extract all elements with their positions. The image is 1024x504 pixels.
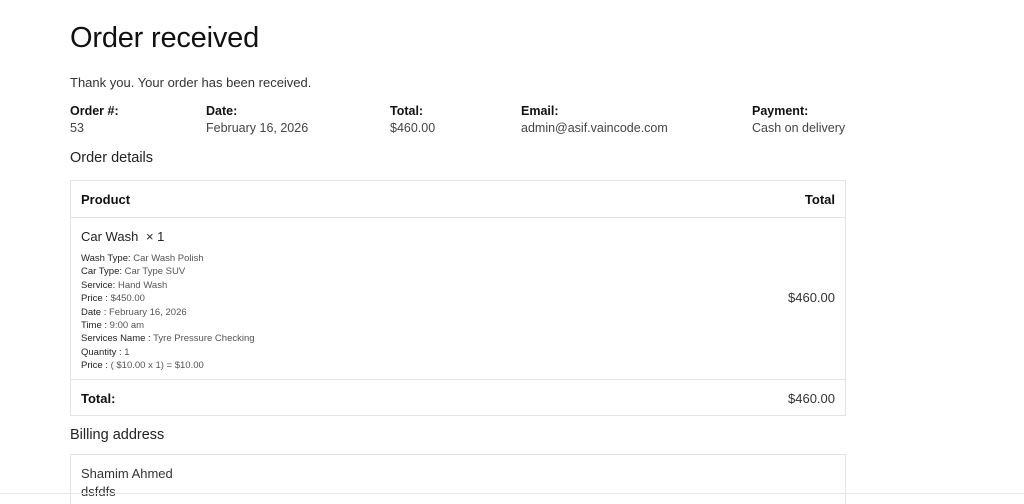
meta-service: Service: Hand Wash bbox=[81, 279, 168, 291]
line-total: $460.00 bbox=[788, 290, 835, 305]
footer-total-value: $460.00 bbox=[788, 391, 835, 406]
order-overview: Order #: 53 Date: February 16, 2026 Tota… bbox=[70, 104, 846, 144]
meta-time: Time : 9:00 am bbox=[81, 320, 145, 332]
bottom-divider bbox=[0, 493, 1024, 494]
overview-payment: Payment: Cash on delivery bbox=[752, 104, 845, 135]
meta-quantity: Quantity : 1 bbox=[81, 346, 130, 358]
payment-label: Payment: bbox=[752, 104, 809, 118]
billing-address-line: dsfdfs bbox=[81, 484, 116, 499]
table-header-row: Product Total bbox=[71, 181, 845, 218]
meta-price: Price : $450.00 bbox=[81, 293, 145, 305]
table-row: Car Wash × 1 Wash Type: Car Wash Polish … bbox=[71, 218, 845, 380]
meta-car-type: Car Type: Car Type SUV bbox=[81, 266, 186, 278]
overview-date: Date: February 16, 2026 bbox=[206, 104, 308, 135]
meta-extra-price: Price : ( $10.00 x 1) = $10.00 bbox=[81, 360, 204, 372]
overview-email: Email: admin@asif.vaincode.com bbox=[521, 104, 668, 135]
order-details-heading: Order details bbox=[70, 150, 154, 166]
item-meta-list: Wash Type: Car Wash Polish Car Type: Car… bbox=[81, 252, 255, 373]
order-details-table: Product Total Car Wash × 1 Wash Type: Ca… bbox=[70, 180, 846, 416]
payment-value: Cash on delivery bbox=[752, 121, 846, 135]
thank-you-message: Thank you. Your order has been received. bbox=[70, 75, 312, 90]
overview-total: Total: $460.00 bbox=[390, 104, 435, 135]
footer-total-label: Total: bbox=[81, 391, 116, 406]
table-footer-row: Total: $460.00 bbox=[71, 380, 845, 415]
page-title: Order received bbox=[70, 22, 259, 54]
email-label: Email: bbox=[521, 104, 559, 118]
date-value: February 16, 2026 bbox=[206, 121, 309, 135]
total-column-header: Total bbox=[804, 192, 835, 207]
order-number-label: Order #: bbox=[70, 104, 119, 118]
total-label: Total: bbox=[390, 104, 424, 118]
billing-name: Shamim Ahmed bbox=[81, 466, 173, 481]
meta-date: Date : February 16, 2026 bbox=[81, 306, 187, 318]
billing-address-box: Shamim Ahmed dsfdfs bbox=[70, 454, 846, 504]
date-label: Date: bbox=[206, 104, 238, 118]
product-name-cell: Car Wash × 1 bbox=[81, 229, 164, 244]
product-column-header: Product bbox=[81, 192, 131, 207]
total-value: $460.00 bbox=[390, 121, 436, 135]
meta-wash-type: Wash Type: Car Wash Polish bbox=[81, 253, 204, 264]
product-quantity: × 1 bbox=[145, 229, 165, 244]
billing-address-heading: Billing address bbox=[70, 427, 165, 443]
order-received-page: Order received Thank you. Your order has… bbox=[0, 0, 1024, 504]
overview-order-number: Order #: 53 bbox=[70, 104, 119, 135]
email-value: admin@asif.vaincode.com bbox=[521, 121, 668, 135]
product-name[interactable]: Car Wash bbox=[81, 229, 138, 244]
meta-services-name: Services Name : Tyre Pressure Checking bbox=[81, 333, 255, 345]
order-number-value: 53 bbox=[70, 121, 84, 135]
